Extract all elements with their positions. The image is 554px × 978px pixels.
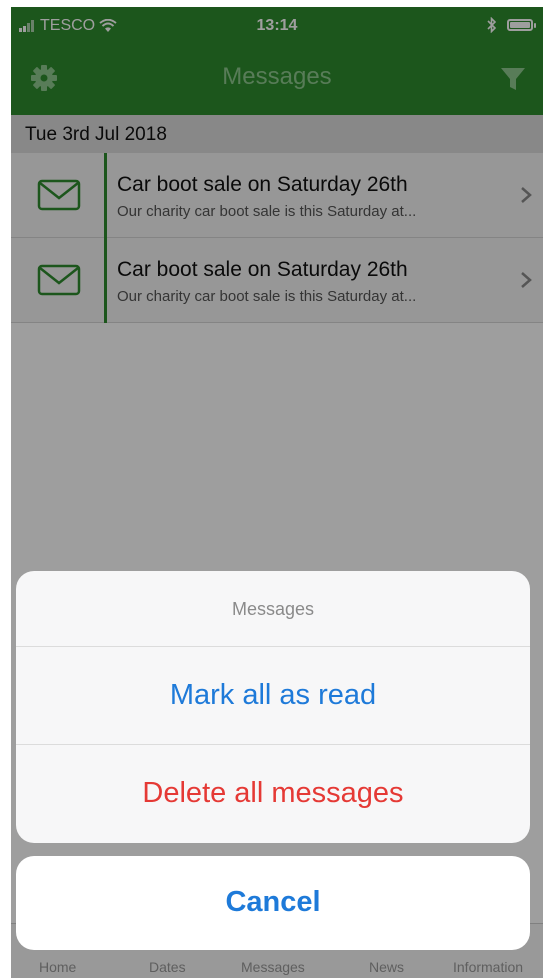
mark-all-read-button[interactable]: Mark all as read [16, 647, 530, 745]
action-sheet-title: Messages [16, 571, 530, 647]
action-sheet: Messages Mark all as read Delete all mes… [16, 571, 530, 843]
cancel-button[interactable]: Cancel [16, 856, 530, 950]
delete-all-messages-button[interactable]: Delete all messages [16, 745, 530, 843]
